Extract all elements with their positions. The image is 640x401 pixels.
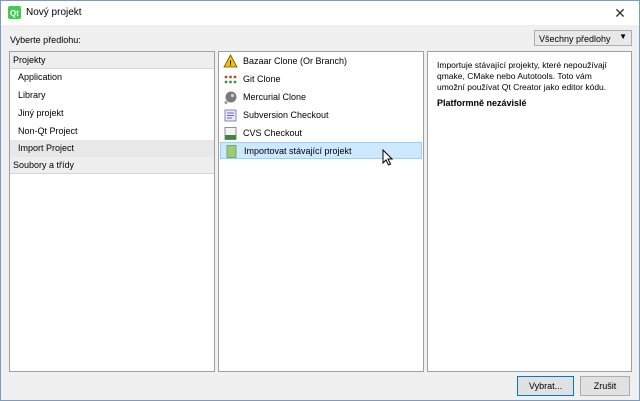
title-bar: Qt Nový projekt ✕ xyxy=(1,1,639,25)
mouse-pointer-icon xyxy=(382,149,393,166)
subversion-icon xyxy=(224,109,237,122)
category-item-library[interactable]: Library xyxy=(10,87,214,104)
new-project-dialog: Qt Nový projekt ✕ Vyberte předlohu: Všec… xyxy=(0,0,640,401)
category-header-projects[interactable]: Projekty xyxy=(10,52,214,69)
filter-value: Všechny předlohy xyxy=(539,34,611,44)
svg-text:!: ! xyxy=(229,61,231,68)
wizard-list: ! Bazaar Clone (Or Branch) Git Clone Mer… xyxy=(218,51,424,372)
category-item-import-project[interactable]: Import Project xyxy=(10,140,214,157)
category-item-non-qt-project[interactable]: Non-Qt Project xyxy=(10,123,214,140)
category-item-other-project[interactable]: Jiný projekt xyxy=(10,105,214,122)
import-project-icon xyxy=(226,145,237,158)
wizard-item-mercurial[interactable]: Mercurial Clone xyxy=(220,89,422,106)
category-header-files-classes[interactable]: Soubory a třídy xyxy=(10,157,214,174)
wizard-description: Importuje stávající projekty, které nepo… xyxy=(437,60,607,92)
platform-label: Platformně nezávislé xyxy=(437,98,527,108)
description-panel: Importuje stávající projekty, které nepo… xyxy=(427,51,632,372)
wizard-item-cvs[interactable]: CVS Checkout xyxy=(220,125,422,142)
window-title: Nový projekt xyxy=(26,7,82,18)
category-list: Projekty Application Library Jiný projek… xyxy=(9,51,215,372)
template-label: Vyberte předlohu: xyxy=(10,35,81,45)
mercurial-icon xyxy=(224,91,237,104)
template-filter-select[interactable]: Všechny předlohy ▼ xyxy=(534,30,632,46)
choose-button[interactable]: Vybrat... xyxy=(517,376,574,396)
cvs-icon xyxy=(224,127,237,140)
category-item-application[interactable]: Application xyxy=(10,69,214,86)
wizard-item-subversion[interactable]: Subversion Checkout xyxy=(220,107,422,124)
close-button[interactable]: ✕ xyxy=(605,1,635,25)
wizard-item-bazaar[interactable]: ! Bazaar Clone (Or Branch) xyxy=(220,53,422,70)
cancel-button[interactable]: Zrušit xyxy=(580,376,630,396)
git-icon xyxy=(224,75,237,84)
bazaar-icon: ! xyxy=(223,54,238,68)
qt-creator-icon: Qt xyxy=(8,6,21,19)
svg-text:Qt: Qt xyxy=(10,9,19,18)
close-icon: ✕ xyxy=(614,5,626,21)
wizard-item-git[interactable]: Git Clone xyxy=(220,71,422,88)
chevron-down-icon: ▼ xyxy=(619,32,627,41)
